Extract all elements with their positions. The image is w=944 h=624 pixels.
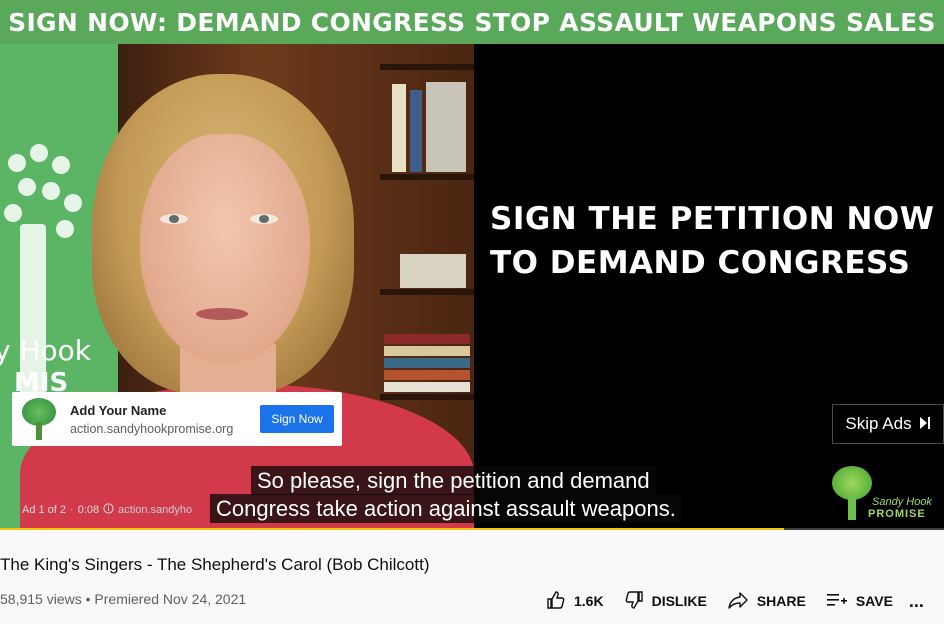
speaker-mouth — [196, 308, 248, 320]
book — [384, 334, 470, 344]
ad-url[interactable]: action.sandyhookpromise.org — [70, 422, 260, 436]
hand-print — [52, 156, 70, 174]
shelf — [380, 174, 474, 180]
shelf — [380, 289, 474, 295]
progress-bar[interactable] — [0, 528, 944, 530]
caption-line: So please, sign the petition and demand — [251, 466, 656, 495]
ad-info: Ad 1 of 2 · 0:08 action.sandyho — [22, 503, 193, 517]
hand-print — [56, 220, 74, 238]
share-label: SHARE — [756, 593, 806, 609]
thumbs-down-icon — [624, 590, 652, 613]
video-title: The King's Singers - The Shepherd's Caro… — [0, 555, 430, 574]
ad-title: Add Your Name — [70, 402, 167, 418]
action-bar: 1.6K DISLIKE SHARE SAVE ... — [546, 588, 944, 614]
hand-print — [42, 182, 60, 200]
overlay-ad[interactable]: Add Your Name action.sandyhookpromise.or… — [12, 392, 342, 446]
thumbs-up-icon — [546, 590, 574, 613]
petition-overlay-text: SIGN THE PETITION NOW TO DEMAND CONGRESS — [490, 197, 934, 285]
shelf — [380, 394, 474, 400]
hand-print — [30, 144, 48, 162]
ad-banner: SIGN NOW: DEMAND CONGRESS STOP ASSAULT W… — [0, 0, 944, 44]
book — [410, 90, 422, 172]
photo-frame — [400, 254, 466, 288]
dislike-button[interactable]: DISLIKE — [624, 590, 707, 613]
shelf — [380, 64, 474, 70]
hand-print — [64, 194, 82, 212]
book — [384, 358, 470, 368]
like-count: 1.6K — [574, 593, 604, 609]
hand-print — [8, 154, 26, 172]
skip-next-icon — [919, 416, 931, 432]
progress-fill — [0, 528, 784, 530]
panel-text: y Hook — [0, 334, 92, 367]
caption-line: Congress take action against assault wea… — [210, 494, 682, 523]
book — [384, 382, 470, 392]
ad-time: 0:08 — [77, 504, 100, 516]
skip-label: Skip Ads — [845, 414, 912, 433]
premiere-date: Premiered Nov 24, 2021 — [94, 591, 247, 607]
share-arrow-icon — [727, 590, 757, 613]
petition-line: SIGN THE PETITION NOW — [490, 201, 935, 237]
ad-counter: Ad 1 of 2 — [22, 504, 67, 516]
book — [392, 84, 406, 172]
brand-line: PROMISE — [868, 508, 926, 520]
brand-line: Sandy Hook — [872, 496, 932, 508]
book — [384, 370, 470, 380]
more-actions-icon[interactable]: ... — [909, 591, 924, 612]
video-player[interactable]: SIGN NOW: DEMAND CONGRESS STOP ASSAULT W… — [0, 0, 944, 530]
ad-info-url[interactable]: action.sandyho — [118, 504, 192, 516]
book — [384, 346, 470, 356]
speaker-eye — [160, 214, 188, 224]
speaker-eye — [250, 214, 278, 224]
dislike-label: DISLIKE — [651, 593, 707, 609]
hand-print — [18, 178, 36, 196]
sign-now-button[interactable]: Sign Now — [260, 405, 334, 433]
petition-line: TO DEMAND CONGRESS — [490, 245, 911, 281]
video-frame: y Hook MIS — [0, 44, 474, 530]
save-button[interactable]: SAVE — [826, 590, 893, 613]
sandy-hook-logo-icon — [16, 396, 62, 442]
save-label: SAVE — [855, 593, 893, 609]
info-icon[interactable] — [103, 503, 114, 517]
book — [426, 82, 466, 172]
speaker-face — [140, 134, 310, 364]
view-count: 58,915 views — [0, 591, 82, 607]
like-button[interactable]: 1.6K — [546, 590, 604, 613]
sandy-hook-promise-logo: Sandy Hook PROMISE — [828, 466, 938, 522]
hand-print — [4, 204, 22, 222]
share-button[interactable]: SHARE — [727, 590, 806, 613]
skip-ads-button[interactable]: Skip Ads — [832, 404, 944, 444]
playlist-add-icon — [826, 590, 856, 613]
video-meta: 58,915 views • Premiered Nov 24, 2021 — [0, 591, 247, 607]
